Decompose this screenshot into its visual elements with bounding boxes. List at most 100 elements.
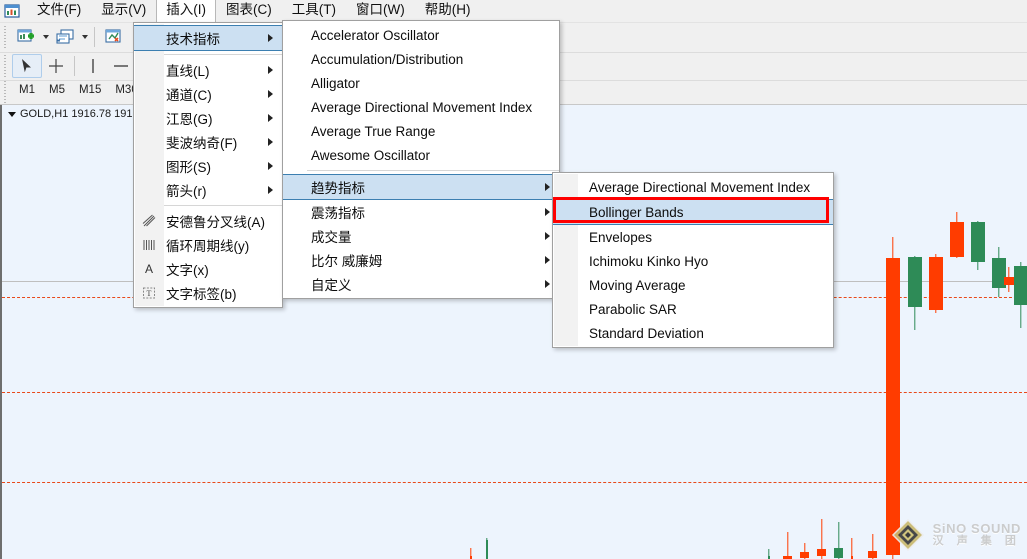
insert-menu-item[interactable]: A 文字(x) bbox=[134, 257, 282, 281]
insert-menu-item[interactable]: 斐波纳奇(F) bbox=[134, 130, 282, 154]
submenu-arrow-icon bbox=[545, 256, 550, 264]
insert-menu-item[interactable]: 技术指标 bbox=[134, 25, 282, 51]
candle-body bbox=[1014, 266, 1027, 305]
chart-level-line-2 bbox=[2, 392, 1027, 393]
indicator-menu-item[interactable]: 成交量 bbox=[283, 224, 559, 248]
trend-indicator-menu-item-label: Envelopes bbox=[589, 229, 653, 245]
trend-indicators-menu-popup[interactable]: Average Directional Movement Index Bollin… bbox=[552, 172, 834, 348]
cursor-button[interactable] bbox=[12, 54, 42, 78]
menu-insert[interactable]: 插入(I) bbox=[156, 0, 216, 23]
insert-menu-item[interactable]: 图形(S) bbox=[134, 154, 282, 178]
indicator-menu-item[interactable]: Alligator bbox=[283, 71, 559, 95]
indicator-menu-item[interactable]: Average Directional Movement Index bbox=[283, 95, 559, 119]
pitchfork-icon bbox=[134, 214, 164, 228]
indicator-menu-item[interactable]: Accumulation/Distribution bbox=[283, 47, 559, 71]
candlestick bbox=[800, 543, 809, 559]
insert-menu-item-label: 直线(L) bbox=[166, 64, 210, 79]
insert-menu-item[interactable]: 箭头(r) bbox=[134, 178, 282, 202]
indicator-menu-item[interactable]: 自定义 bbox=[283, 272, 559, 296]
candle-body bbox=[1004, 277, 1014, 285]
indicator-menu-item[interactable]: Awesome Oscillator bbox=[283, 143, 559, 167]
indicator-menu-item[interactable]: Average True Range bbox=[283, 119, 559, 143]
new-chart-caret-icon[interactable] bbox=[40, 25, 51, 49]
candlestick bbox=[868, 534, 877, 559]
trend-indicator-menu-item[interactable]: Bollinger Bands bbox=[553, 199, 833, 225]
insert-menu-item[interactable]: 安德鲁分叉线(A) bbox=[134, 209, 282, 233]
insert-menu-item[interactable]: 江恩(G) bbox=[134, 106, 282, 130]
menu-separator bbox=[307, 170, 559, 171]
insert-menu-popup[interactable]: 技术指标直线(L) 通道(C) 江恩(G) 斐波纳奇(F) 图形(S) 箭头(r) 安德鲁分… bbox=[133, 22, 283, 308]
horizontal-line-button[interactable] bbox=[107, 55, 135, 77]
indicator-menu-item[interactable]: 趋势指标 bbox=[283, 174, 559, 200]
indicator-menu-item[interactable]: 比尔 威廉姆 bbox=[283, 248, 559, 272]
watermark-line1: SiNO SOUND bbox=[932, 521, 1021, 537]
candlestick bbox=[908, 256, 922, 330]
candlestick bbox=[1014, 262, 1027, 328]
menu-charts[interactable]: 图表(C) bbox=[216, 0, 282, 23]
insert-menu-item[interactable]: T 文字标签(b) bbox=[134, 281, 282, 305]
menu-file[interactable]: 文件(F) bbox=[27, 0, 91, 23]
candle-body bbox=[929, 257, 943, 310]
candle-wick bbox=[786, 532, 789, 559]
insert-menu-item-label: 文字(x) bbox=[166, 263, 209, 278]
indicator-menu-item[interactable]: Accelerator Oscillator bbox=[283, 23, 559, 47]
candle-body bbox=[834, 548, 843, 558]
candlestick bbox=[817, 519, 826, 559]
insert-menu-item-label: 江恩(G) bbox=[166, 112, 213, 127]
insert-menu-item[interactable]: 直线(L) bbox=[134, 58, 282, 82]
chart-level-line-3 bbox=[2, 482, 1027, 483]
candle-body bbox=[908, 257, 922, 307]
candlestick bbox=[486, 538, 488, 559]
submenu-arrow-icon bbox=[268, 34, 273, 42]
trend-indicator-menu-item-label: Ichimoku Kinko Hyo bbox=[589, 253, 709, 269]
candlestick bbox=[1004, 267, 1014, 292]
candlestick bbox=[886, 237, 900, 559]
watermark: SiNO SOUND 汉 声 集 团 bbox=[890, 517, 1021, 553]
timeframe-m5[interactable]: M5 bbox=[42, 81, 72, 103]
market-watch-button[interactable] bbox=[100, 24, 126, 50]
insert-menu-item-label: 安德鲁分叉线(A) bbox=[166, 215, 265, 230]
indicator-menu-item-label: Accelerator Oscillator bbox=[311, 27, 440, 43]
candle-body bbox=[886, 258, 900, 555]
chart-collapse-icon[interactable] bbox=[8, 111, 16, 117]
insert-menu-item[interactable]: 通道(C) bbox=[134, 82, 282, 106]
toolbar-grip[interactable] bbox=[3, 81, 10, 103]
indicator-menu-item-label: 震荡指标 bbox=[311, 206, 365, 221]
candlestick bbox=[971, 221, 985, 270]
vertical-line-button[interactable] bbox=[79, 55, 107, 77]
candle-body bbox=[800, 552, 809, 558]
trend-indicator-menu-item-label: Standard Deviation bbox=[589, 325, 704, 341]
app-icon bbox=[3, 2, 21, 20]
toolbar-grip[interactable] bbox=[3, 26, 10, 48]
trend-indicator-menu-item[interactable]: Moving Average bbox=[553, 273, 833, 297]
technical-indicators-menu-popup[interactable]: Accelerator Oscillator Accumulation/Distr… bbox=[282, 20, 560, 299]
candle-body bbox=[950, 222, 964, 257]
trend-indicator-menu-item-label: Bollinger Bands bbox=[589, 204, 684, 220]
timeframe-m1[interactable]: M1 bbox=[12, 81, 42, 103]
indicator-menu-item-label: Accumulation/Distribution bbox=[311, 51, 464, 67]
chart-profiles-caret-icon[interactable] bbox=[79, 25, 90, 49]
insert-menu-item-label: 循环周期线(y) bbox=[166, 239, 250, 254]
chart-profiles-button[interactable] bbox=[52, 24, 78, 50]
trend-indicator-menu-item[interactable]: Parabolic SAR bbox=[553, 297, 833, 321]
candlestick bbox=[851, 538, 853, 559]
trend-indicator-menu-item[interactable]: Ichimoku Kinko Hyo bbox=[553, 249, 833, 273]
candle-body bbox=[486, 540, 488, 559]
new-chart-button[interactable] bbox=[13, 24, 39, 50]
indicator-menu-item[interactable]: 震荡指标 bbox=[283, 200, 559, 224]
submenu-arrow-icon bbox=[268, 138, 273, 146]
menu-view[interactable]: 显示(V) bbox=[91, 0, 156, 23]
crosshair-button[interactable] bbox=[42, 55, 70, 77]
candlestick bbox=[768, 549, 770, 559]
insert-menu-item-label: 通道(C) bbox=[166, 88, 212, 103]
trend-indicator-menu-item[interactable]: Standard Deviation bbox=[553, 321, 833, 345]
indicator-menu-item-label: Average Directional Movement Index bbox=[311, 99, 533, 115]
insert-menu-item[interactable]: 循环周期线(y) bbox=[134, 233, 282, 257]
toolbar-grip[interactable] bbox=[3, 55, 10, 77]
submenu-arrow-icon bbox=[268, 90, 273, 98]
candlestick bbox=[470, 548, 472, 559]
trend-indicator-menu-item[interactable]: Average Directional Movement Index bbox=[553, 175, 833, 199]
chart-left-border bbox=[0, 104, 2, 559]
trend-indicator-menu-item[interactable]: Envelopes bbox=[553, 225, 833, 249]
timeframe-m15[interactable]: M15 bbox=[72, 81, 108, 103]
